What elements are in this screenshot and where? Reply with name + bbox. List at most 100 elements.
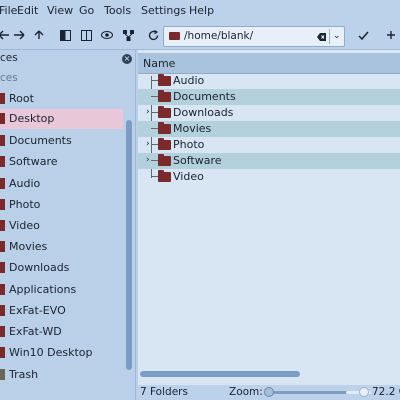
eye-icon[interactable] (100, 28, 114, 42)
folder-icon (0, 93, 5, 104)
file-row-software[interactable]: › Software (138, 153, 400, 169)
folder-icon (0, 178, 5, 189)
free-space-handle (359, 387, 369, 397)
tree-branch (151, 80, 158, 81)
file-name: Audio (173, 74, 205, 87)
folder-icon (0, 262, 5, 273)
folder-icon (158, 122, 171, 134)
add-icon[interactable] (384, 28, 398, 42)
folder-icon (0, 156, 5, 167)
file-row-downloads[interactable]: › Downloads (138, 105, 400, 121)
place-item-downloads[interactable]: Downloads (0, 258, 123, 278)
folder-icon (158, 154, 171, 166)
place-label: Win10 Desktop (9, 346, 93, 359)
menu-settings[interactable]: Settings (141, 4, 186, 17)
place-item-root[interactable]: Root (0, 89, 123, 109)
place-item-win10-desktop[interactable]: Win10 Desktop (0, 343, 123, 363)
columns-icon[interactable] (79, 28, 93, 42)
place-label: Video (9, 219, 40, 232)
place-item-exfat-wd[interactable]: ExFat-WD (0, 322, 123, 342)
folder-icon (158, 170, 171, 182)
file-row-documents[interactable]: Documents (138, 89, 400, 105)
place-item-desktop[interactable]: Desktop (0, 109, 123, 129)
forward-icon[interactable] (12, 28, 26, 42)
menu-view[interactable]: View (47, 4, 73, 17)
menu-help[interactable]: Help (189, 4, 214, 17)
column-header-name[interactable]: Name (138, 53, 400, 74)
place-item-video[interactable]: Video (0, 216, 123, 236)
split-icon[interactable] (58, 28, 72, 42)
file-name: Downloads (173, 106, 234, 119)
place-label: Software (9, 155, 58, 168)
clear-icon[interactable] (317, 32, 326, 41)
place-label: Photo (9, 198, 41, 211)
place-item-trash[interactable]: Trash (0, 365, 123, 385)
tree-branch (151, 112, 158, 113)
expand-arrow-icon[interactable]: › (146, 107, 150, 117)
back-icon[interactable] (0, 28, 11, 42)
horizontal-scrollbar[interactable] (140, 371, 300, 377)
folder-icon (169, 32, 180, 40)
zoom-slider-handle[interactable] (264, 387, 274, 397)
places-group-title: ces (0, 72, 18, 84)
tree-branch (151, 96, 158, 97)
place-item-documents[interactable]: Documents (0, 131, 123, 151)
place-label: Applications (9, 283, 77, 296)
file-name: Movies (173, 122, 212, 135)
place-item-movies[interactable]: Movies (0, 237, 123, 257)
file-row-photo[interactable]: › Photo (138, 137, 400, 153)
confirm-icon[interactable] (356, 28, 370, 42)
folder-icon (158, 74, 171, 86)
place-label: Movies (9, 240, 48, 253)
place-label: Root (9, 92, 34, 105)
folder-icon (158, 106, 171, 118)
tree-branch (151, 176, 158, 177)
folder-icon (158, 138, 171, 150)
tree-branch (151, 144, 158, 145)
expand-arrow-icon[interactable]: › (146, 139, 150, 149)
file-row-audio[interactable]: Audio (138, 73, 400, 89)
address-bar[interactable]: /home/blank/ ⌄ (163, 26, 345, 47)
close-icon[interactable]: × (122, 54, 132, 64)
place-label: ExFat-WD (9, 325, 62, 338)
status-bar: 7 Folders Zoom: 72.2 G (138, 385, 400, 400)
reload-icon[interactable] (146, 28, 160, 42)
place-item-audio[interactable]: Audio (0, 174, 123, 194)
file-row-movies[interactable]: Movies (138, 121, 400, 137)
place-label: ExFat-EVO (9, 304, 66, 317)
menu-go[interactable]: Go (79, 4, 94, 17)
menu-file[interactable]: File (0, 4, 17, 17)
file-view: Name Audio Documents › Downloads Movies … (138, 50, 400, 385)
free-space-label: 72.2 G (372, 386, 400, 398)
places-panel: ces × ces Root Desktop Documents Softwar… (0, 50, 136, 400)
file-name: Documents (173, 90, 236, 103)
folder-icon (0, 199, 5, 210)
places-scrollbar[interactable] (126, 120, 132, 370)
place-label: Trash (9, 368, 39, 381)
menu-edit[interactable]: Edit (17, 4, 38, 17)
place-item-photo[interactable]: Photo (0, 195, 123, 215)
folder-icon (0, 220, 5, 231)
drive-icon (0, 305, 5, 316)
menu-tools[interactable]: Tools (104, 4, 131, 17)
menubar: File Edit View Go Tools Settings Help (0, 0, 400, 22)
column-header-label: Name (143, 57, 176, 70)
place-label: Audio (9, 177, 41, 190)
address-text[interactable]: /home/blank/ (184, 30, 253, 42)
folder-icon (0, 284, 5, 295)
folder-icon (0, 241, 5, 252)
up-icon[interactable] (32, 28, 46, 42)
zoom-label: Zoom: (229, 386, 263, 398)
expand-arrow-icon[interactable]: › (146, 155, 150, 165)
place-item-applications[interactable]: Applications (0, 280, 123, 300)
network-icon[interactable] (121, 28, 135, 42)
tree-branch (151, 160, 158, 161)
chevron-down-icon[interactable]: ⌄ (333, 31, 341, 41)
file-name: Video (173, 170, 204, 183)
place-item-exfat-evo[interactable]: ExFat-EVO (0, 301, 123, 321)
place-label: Documents (9, 134, 72, 147)
folder-icon (0, 135, 5, 146)
place-label: Desktop (9, 112, 55, 125)
file-row-video[interactable]: Video (138, 169, 400, 185)
place-item-software[interactable]: Software (0, 152, 123, 172)
